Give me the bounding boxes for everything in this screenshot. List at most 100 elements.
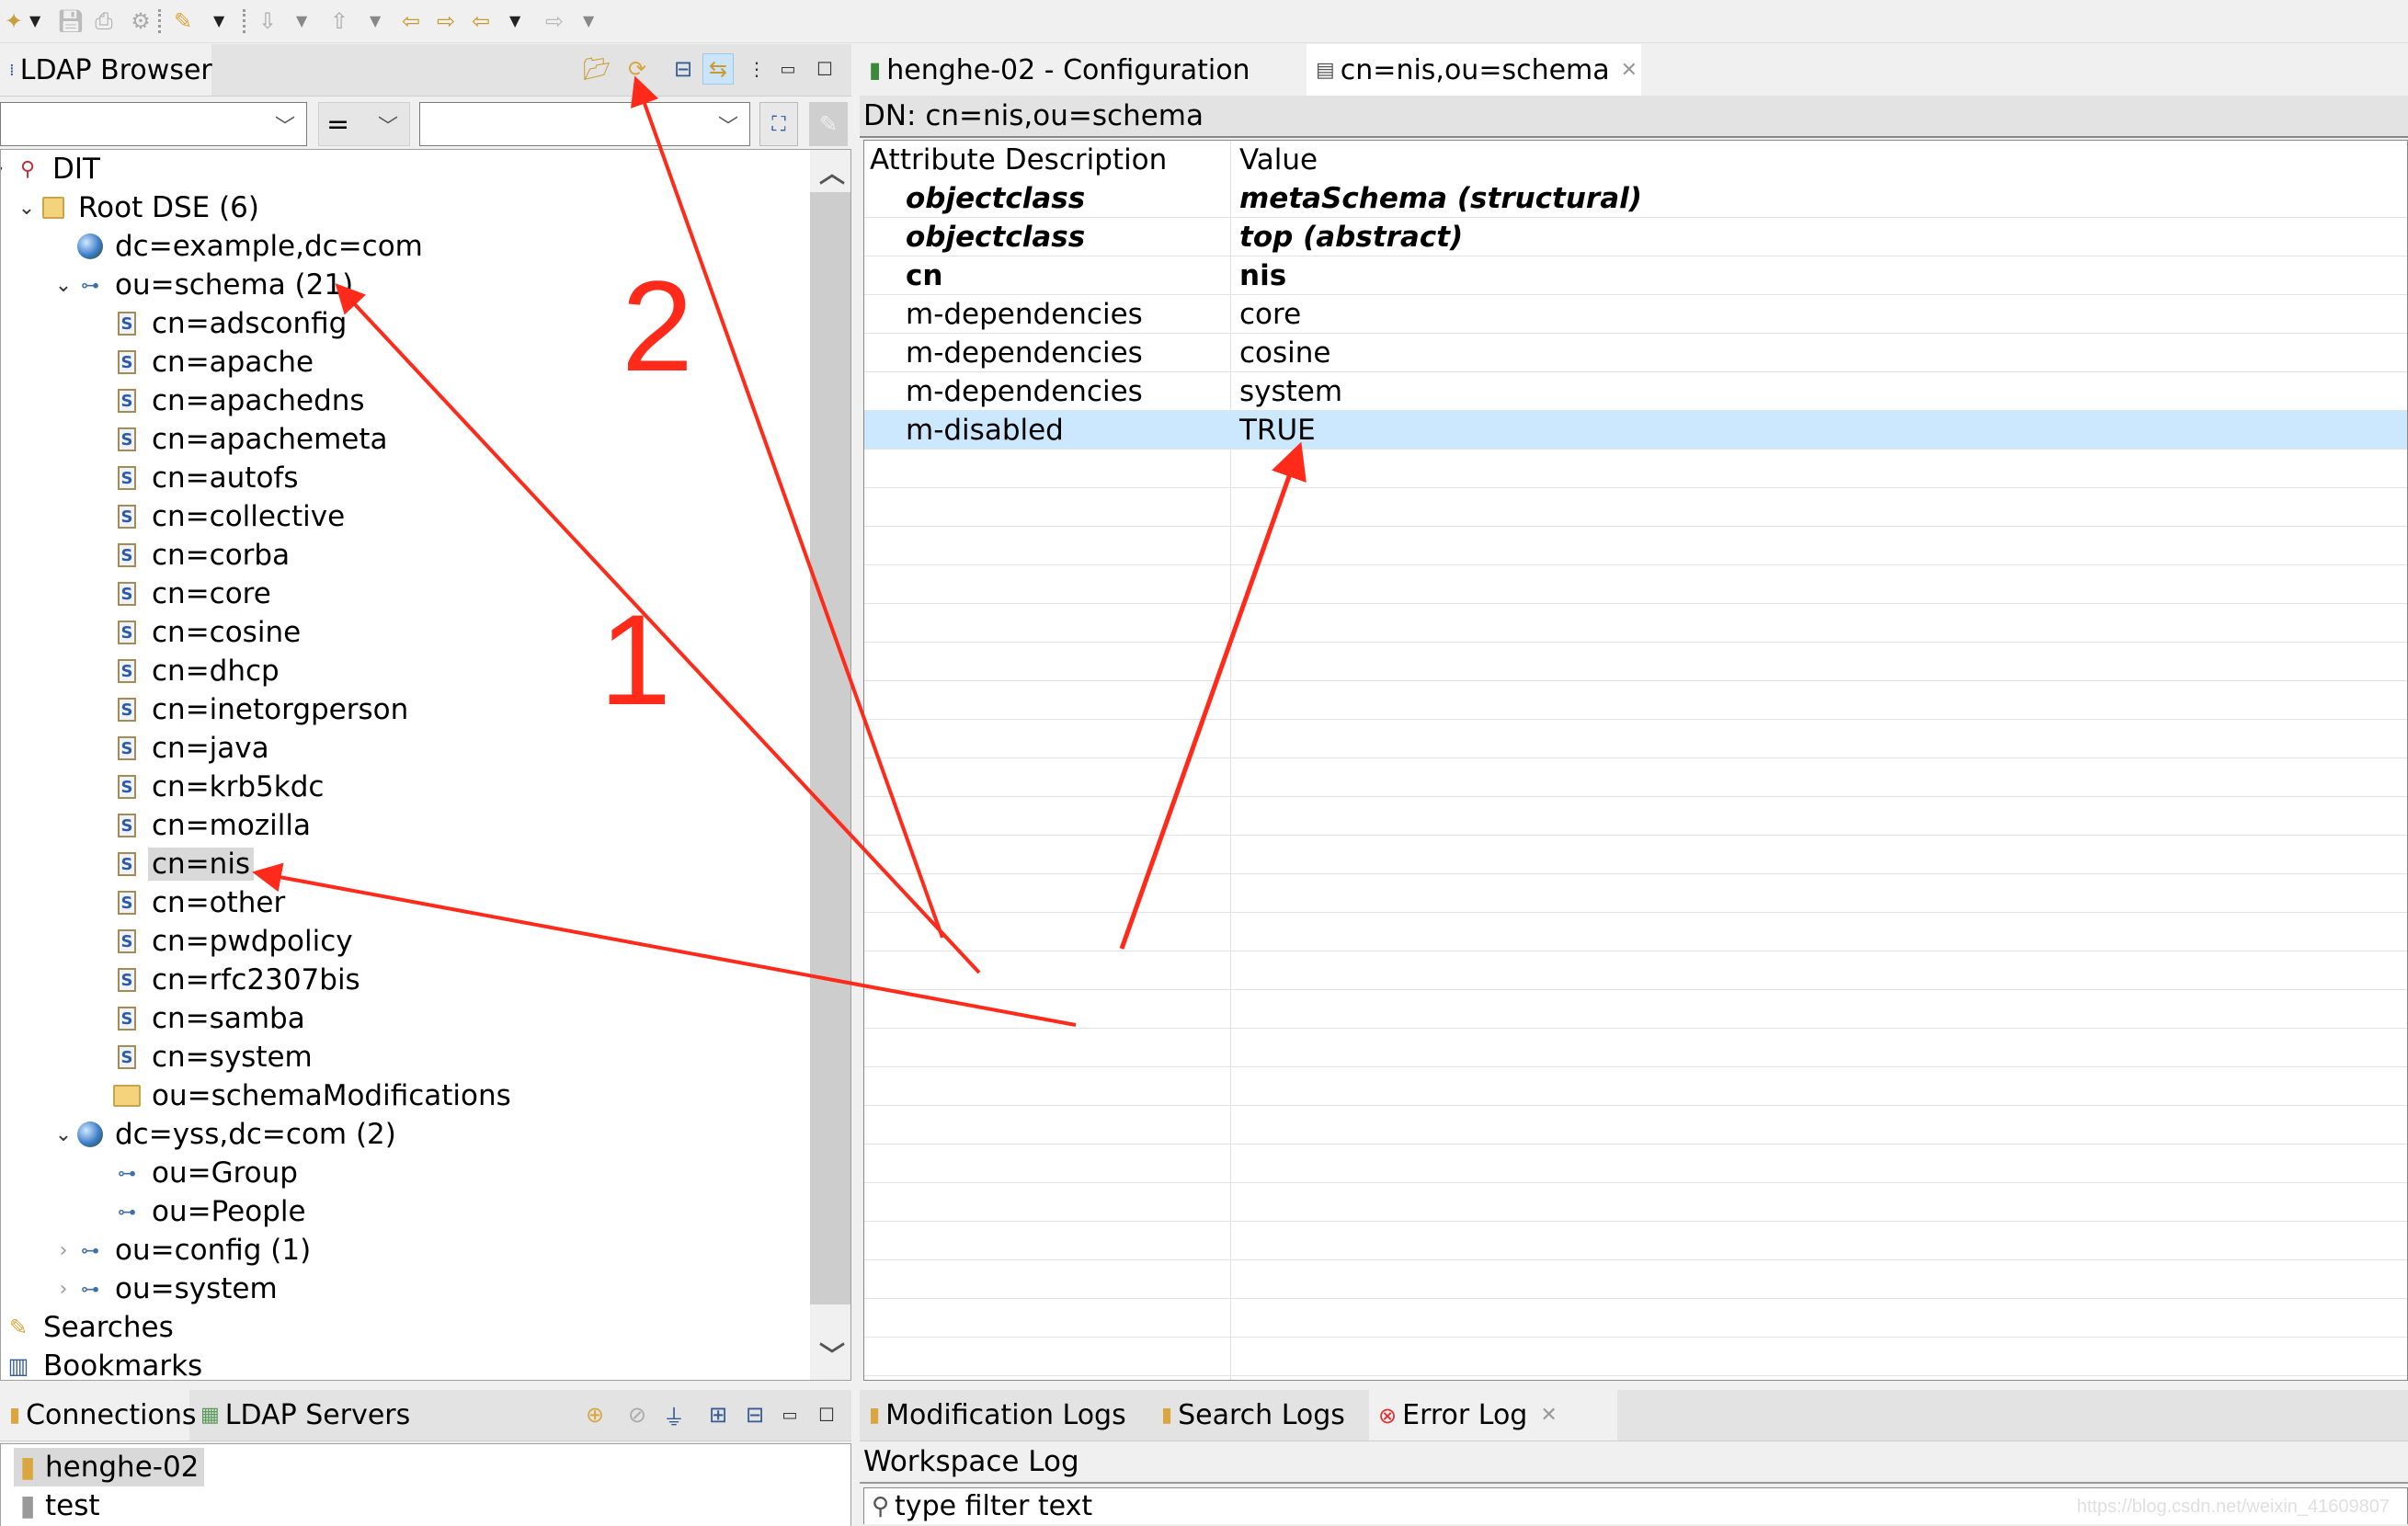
forward-icon[interactable]: ⇨: [541, 7, 568, 35]
tree-item[interactable]: ✎ Searches: [1, 1308, 177, 1347]
chevron-down-icon[interactable]: ⌄: [14, 197, 40, 220]
new-wizard-dropdown-icon[interactable]: ▼: [29, 12, 40, 29]
chevron-right-icon[interactable]: ›: [51, 1239, 76, 1262]
attribute-value[interactable]: metaSchema (structural): [1239, 179, 1642, 217]
tab-connections[interactable]: ▮ Connections: [0, 1390, 197, 1441]
maximize-icon[interactable]: ☐: [809, 53, 840, 85]
tree-item[interactable]: Scn=core: [87, 575, 275, 613]
tab-search-logs[interactable]: ▮ Search Logs: [1152, 1390, 1367, 1441]
tree-item[interactable]: › ⊶ ou=system: [51, 1270, 281, 1308]
minimize-icon[interactable]: ▭: [774, 1399, 805, 1430]
attribute-value[interactable]: TRUE: [1239, 411, 1316, 449]
new-wizard-icon[interactable]: ✦: [0, 7, 28, 35]
tree-item[interactable]: ou=schemaModifications: [87, 1076, 515, 1115]
clear-search-button[interactable]: ✎: [809, 102, 848, 146]
open-entry-icon[interactable]: 📂︎: [581, 53, 612, 85]
new-connection-icon[interactable]: ⊕: [579, 1399, 611, 1430]
close-tab-icon[interactable]: ✕: [1540, 1404, 1557, 1427]
tab-modification-logs[interactable]: ▮ Modification Logs: [860, 1390, 1152, 1441]
tree-item[interactable]: ⌄ dc=yss,dc=com (2): [51, 1115, 400, 1154]
attribute-value[interactable]: cosine: [1239, 334, 1331, 371]
scrollbar-thumb[interactable]: [810, 192, 850, 1304]
scroll-down-icon[interactable]: ﹀: [819, 1336, 845, 1372]
import-icon[interactable]: ⇩: [254, 7, 281, 35]
search-dropdown-icon[interactable]: ▼: [213, 12, 224, 29]
close-tab-icon[interactable]: ✕: [1621, 59, 1638, 82]
tree-item[interactable]: Scn=inetorgperson: [87, 690, 412, 729]
tree-item[interactable]: Scn=rfc2307bis: [87, 961, 364, 999]
search-subtree-button[interactable]: ⛶: [759, 102, 798, 146]
attribute-row[interactable]: m-disabled TRUE: [864, 411, 2407, 450]
attribute-row[interactable]: m-dependencies cosine: [864, 334, 2407, 372]
tree-item[interactable]: Scn=system: [87, 1038, 316, 1076]
tree-item[interactable]: ⌄ Root DSE (6): [14, 188, 263, 227]
attribute-row[interactable]: m-dependencies system: [864, 372, 2407, 411]
attribute-name[interactable]: objectclass: [906, 218, 1085, 256]
tree-item[interactable]: Scn=dhcp: [87, 652, 283, 690]
attribute-value[interactable]: top (abstract): [1239, 218, 1463, 256]
attribute-value[interactable]: system: [1239, 372, 1342, 410]
expander-spacer[interactable]: ·: [1, 158, 14, 181]
connection-item[interactable]: ▮ henghe-02: [14, 1448, 205, 1486]
attribute-name[interactable]: m-dependencies: [906, 334, 1143, 371]
tree-scrollbar[interactable]: ︿ ﹀: [810, 150, 850, 1380]
tab-entry-editor[interactable]: ▤ cn=nis,ou=schema ✕: [1307, 44, 1641, 96]
attribute-name[interactable]: m-dependencies: [906, 372, 1143, 410]
tree-item[interactable]: Scn=nis: [87, 845, 255, 883]
back-dropdown-icon[interactable]: ▼: [509, 12, 520, 29]
tree-item[interactable]: dc=example,dc=com: [51, 227, 427, 266]
maximize-icon[interactable]: ☐: [811, 1399, 842, 1430]
tab-configuration[interactable]: ▮ henghe-02 - Configuration: [860, 44, 1301, 96]
attribute-row[interactable]: m-dependencies core: [864, 295, 2407, 334]
chevron-right-icon[interactable]: ›: [51, 1278, 76, 1301]
attribute-name[interactable]: cn: [906, 256, 942, 294]
tree-item[interactable]: Scn=java: [87, 729, 273, 768]
tree-item[interactable]: ⊶ ou=Group: [87, 1154, 302, 1192]
chevron-down-icon[interactable]: ⌄: [51, 274, 76, 297]
attribute-value[interactable]: nis: [1239, 256, 1286, 294]
view-menu-icon[interactable]: ⋮: [741, 53, 772, 85]
attribute-combo[interactable]: ﹀: [0, 102, 307, 146]
tree-item[interactable]: ▥ Bookmarks: [1, 1347, 206, 1380]
tab-ldap-servers[interactable]: ▦ LDAP Servers: [191, 1390, 421, 1441]
collapse-all-icon[interactable]: ⊟: [739, 1399, 770, 1430]
tree-item[interactable]: Scn=other: [87, 883, 289, 922]
tree-item[interactable]: Scn=apache: [87, 343, 317, 382]
refresh-icon[interactable]: ⟳: [622, 53, 653, 85]
column-header-value[interactable]: Value: [1239, 141, 1318, 179]
tree-item[interactable]: Scn=cosine: [87, 613, 304, 652]
tree-item[interactable]: Scn=samba: [87, 999, 309, 1038]
tree-item[interactable]: ·⚲ DIT: [1, 150, 104, 188]
import-dropdown-icon[interactable]: ▼: [296, 12, 307, 29]
attribute-row[interactable]: cn nis: [864, 256, 2407, 295]
previous-edit-location-icon[interactable]: ⇦: [397, 7, 425, 35]
tree-item[interactable]: Scn=autofs: [87, 459, 302, 497]
tree-item[interactable]: Scn=apachedns: [87, 382, 369, 420]
next-edit-location-icon[interactable]: ⇨: [432, 7, 460, 35]
connection-item[interactable]: ▮ test: [14, 1486, 99, 1525]
tree-item[interactable]: ⊶ ou=People: [87, 1192, 310, 1231]
tree-item[interactable]: › ⊶ ou=config (1): [51, 1231, 314, 1270]
value-combo[interactable]: ﹀: [419, 102, 750, 146]
tree-item[interactable]: ⌄ ⊶ ou=schema (21): [51, 266, 357, 304]
properties-gear-icon[interactable]: ⚙: [127, 7, 154, 35]
tree-item[interactable]: Scn=adsconfig: [87, 304, 350, 343]
attribute-value[interactable]: core: [1239, 295, 1301, 333]
collapse-all-icon[interactable]: ⊟: [668, 53, 699, 85]
export-dropdown-icon[interactable]: ▼: [370, 12, 381, 29]
back-icon[interactable]: ⇦: [467, 7, 495, 35]
scroll-up-icon[interactable]: ︿: [819, 154, 845, 190]
minimize-icon[interactable]: ▭: [772, 53, 804, 85]
export-icon[interactable]: ⇧: [325, 7, 353, 35]
attribute-name[interactable]: m-disabled: [906, 411, 1064, 449]
save-icon[interactable]: 💾︎: [57, 7, 85, 35]
column-header-attribute[interactable]: Attribute Description: [870, 141, 1167, 179]
open-connection-icon[interactable]: ⏚: [658, 1399, 690, 1430]
expand-all-icon[interactable]: ⊞: [702, 1399, 734, 1430]
tab-ldap-browser[interactable]: ⁞ LDAP Browser: [0, 44, 212, 96]
print-icon[interactable]: ⎙: [90, 7, 118, 35]
attribute-row[interactable]: objectclass metaSchema (structural): [864, 179, 2407, 218]
attribute-name[interactable]: objectclass: [906, 179, 1085, 217]
tab-error-log[interactable]: ⊗ Error Log ✕: [1369, 1390, 1617, 1441]
attribute-name[interactable]: m-dependencies: [906, 295, 1143, 333]
